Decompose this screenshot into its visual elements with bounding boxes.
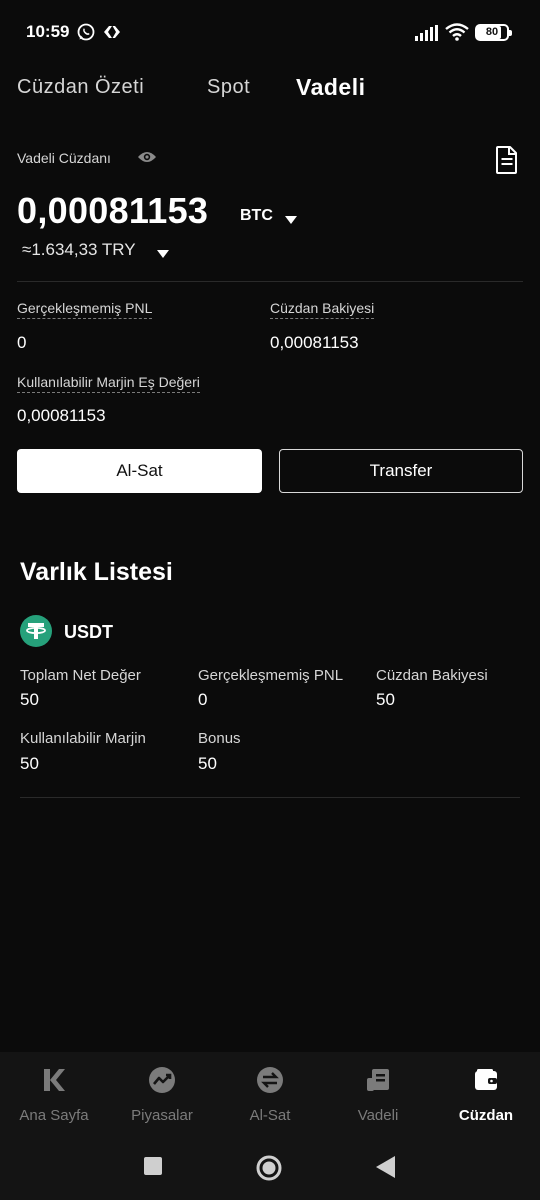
asset-available-margin-value: 50 [20, 754, 39, 773]
home-k-icon [40, 1066, 68, 1099]
caret-down-icon[interactable] [157, 245, 169, 263]
document-icon[interactable] [495, 145, 519, 180]
asset-available-margin-label: Kullanılabilir Marjin [20, 730, 146, 747]
available-margin-value: 0,00081153 [17, 406, 106, 425]
whatsapp-icon [77, 23, 95, 46]
trade-icon [256, 1066, 284, 1099]
markets-icon [148, 1066, 176, 1099]
system-nav-bar [0, 1142, 540, 1200]
nav-futures-label: Vadeli [357, 1107, 399, 1124]
wallet-balance-label[interactable]: Cüzdan Bakiyesi [270, 300, 375, 319]
asset-unrealized-pnl-label: Gerçekleşmemiş PNL [198, 667, 344, 684]
transfer-button[interactable]: Transfer [279, 449, 523, 493]
nav-home[interactable]: Ana Sayfa [0, 1052, 108, 1142]
futures-icon [364, 1066, 392, 1099]
asset-name[interactable]: USDT [64, 622, 113, 643]
usdt-icon [20, 615, 52, 652]
unrealized-pnl-label[interactable]: Gerçekleşmemiş PNL [17, 300, 153, 319]
nav-home-label: Ana Sayfa [19, 1107, 89, 1124]
tab-wallet-overview[interactable]: Cüzdan Özeti [17, 76, 144, 99]
bonus-label: Bonus [198, 730, 241, 747]
nav-wallet-label: Cüzdan [458, 1107, 514, 1124]
nav-markets-label: Piyasalar [131, 1107, 193, 1124]
carrier-icon [103, 25, 121, 44]
total-net-value-label: Toplam Net Değer [20, 667, 141, 684]
futures-wallet-label: Vadeli Cüzdanı [17, 150, 111, 166]
asset-wallet-balance-value: 50 [376, 690, 395, 709]
nav-markets[interactable]: Piyasalar [108, 1052, 216, 1142]
divider [20, 797, 520, 798]
asset-unrealized-pnl-value: 0 [198, 690, 208, 709]
tab-spot[interactable]: Spot [207, 76, 250, 99]
caret-down-icon[interactable] [285, 211, 297, 229]
signal-icon [415, 25, 439, 46]
divider [17, 281, 523, 282]
battery-percent: 80 [485, 26, 499, 38]
nav-trade[interactable]: Al-Sat [216, 1052, 324, 1142]
total-net-value: 50 [20, 690, 39, 709]
balance-unit[interactable]: BTC [240, 207, 273, 225]
futures-balance: 0,00081153 [17, 190, 209, 231]
nav-futures[interactable]: Vadeli [324, 1052, 432, 1142]
unrealized-pnl-value: 0 [17, 333, 27, 352]
bottom-nav: Ana Sayfa Piyasalar Al-Sat Vadeli Cüzdan [0, 1052, 540, 1142]
asset-list-title: Varlık Listesi [20, 558, 173, 586]
wallet-icon [472, 1066, 500, 1099]
available-margin-label[interactable]: Kullanılabilir Marjin Eş Değeri [17, 374, 200, 393]
fiat-equivalent: ≈1.634,33 TRY [22, 240, 136, 259]
battery-icon: 80 [475, 24, 512, 41]
status-bar: 10:59 80 [0, 0, 540, 66]
nav-trade-label: Al-Sat [249, 1107, 291, 1124]
wifi-icon [445, 23, 469, 46]
wallet-balance-value: 0,00081153 [270, 333, 359, 352]
bonus-value: 50 [198, 754, 217, 773]
status-time: 10:59 [26, 22, 70, 41]
back-icon[interactable] [376, 1156, 396, 1183]
wallet-tabs: Cüzdan Özeti Spot Vadeli [0, 74, 540, 104]
tab-futures[interactable]: Vadeli [296, 74, 365, 101]
eye-icon[interactable] [137, 150, 157, 169]
nav-wallet[interactable]: Cüzdan [432, 1052, 540, 1142]
recents-icon[interactable] [143, 1156, 163, 1181]
trade-button[interactable]: Al-Sat [17, 449, 262, 493]
asset-wallet-balance-label: Cüzdan Bakiyesi [376, 667, 488, 684]
home-icon[interactable] [255, 1154, 283, 1187]
